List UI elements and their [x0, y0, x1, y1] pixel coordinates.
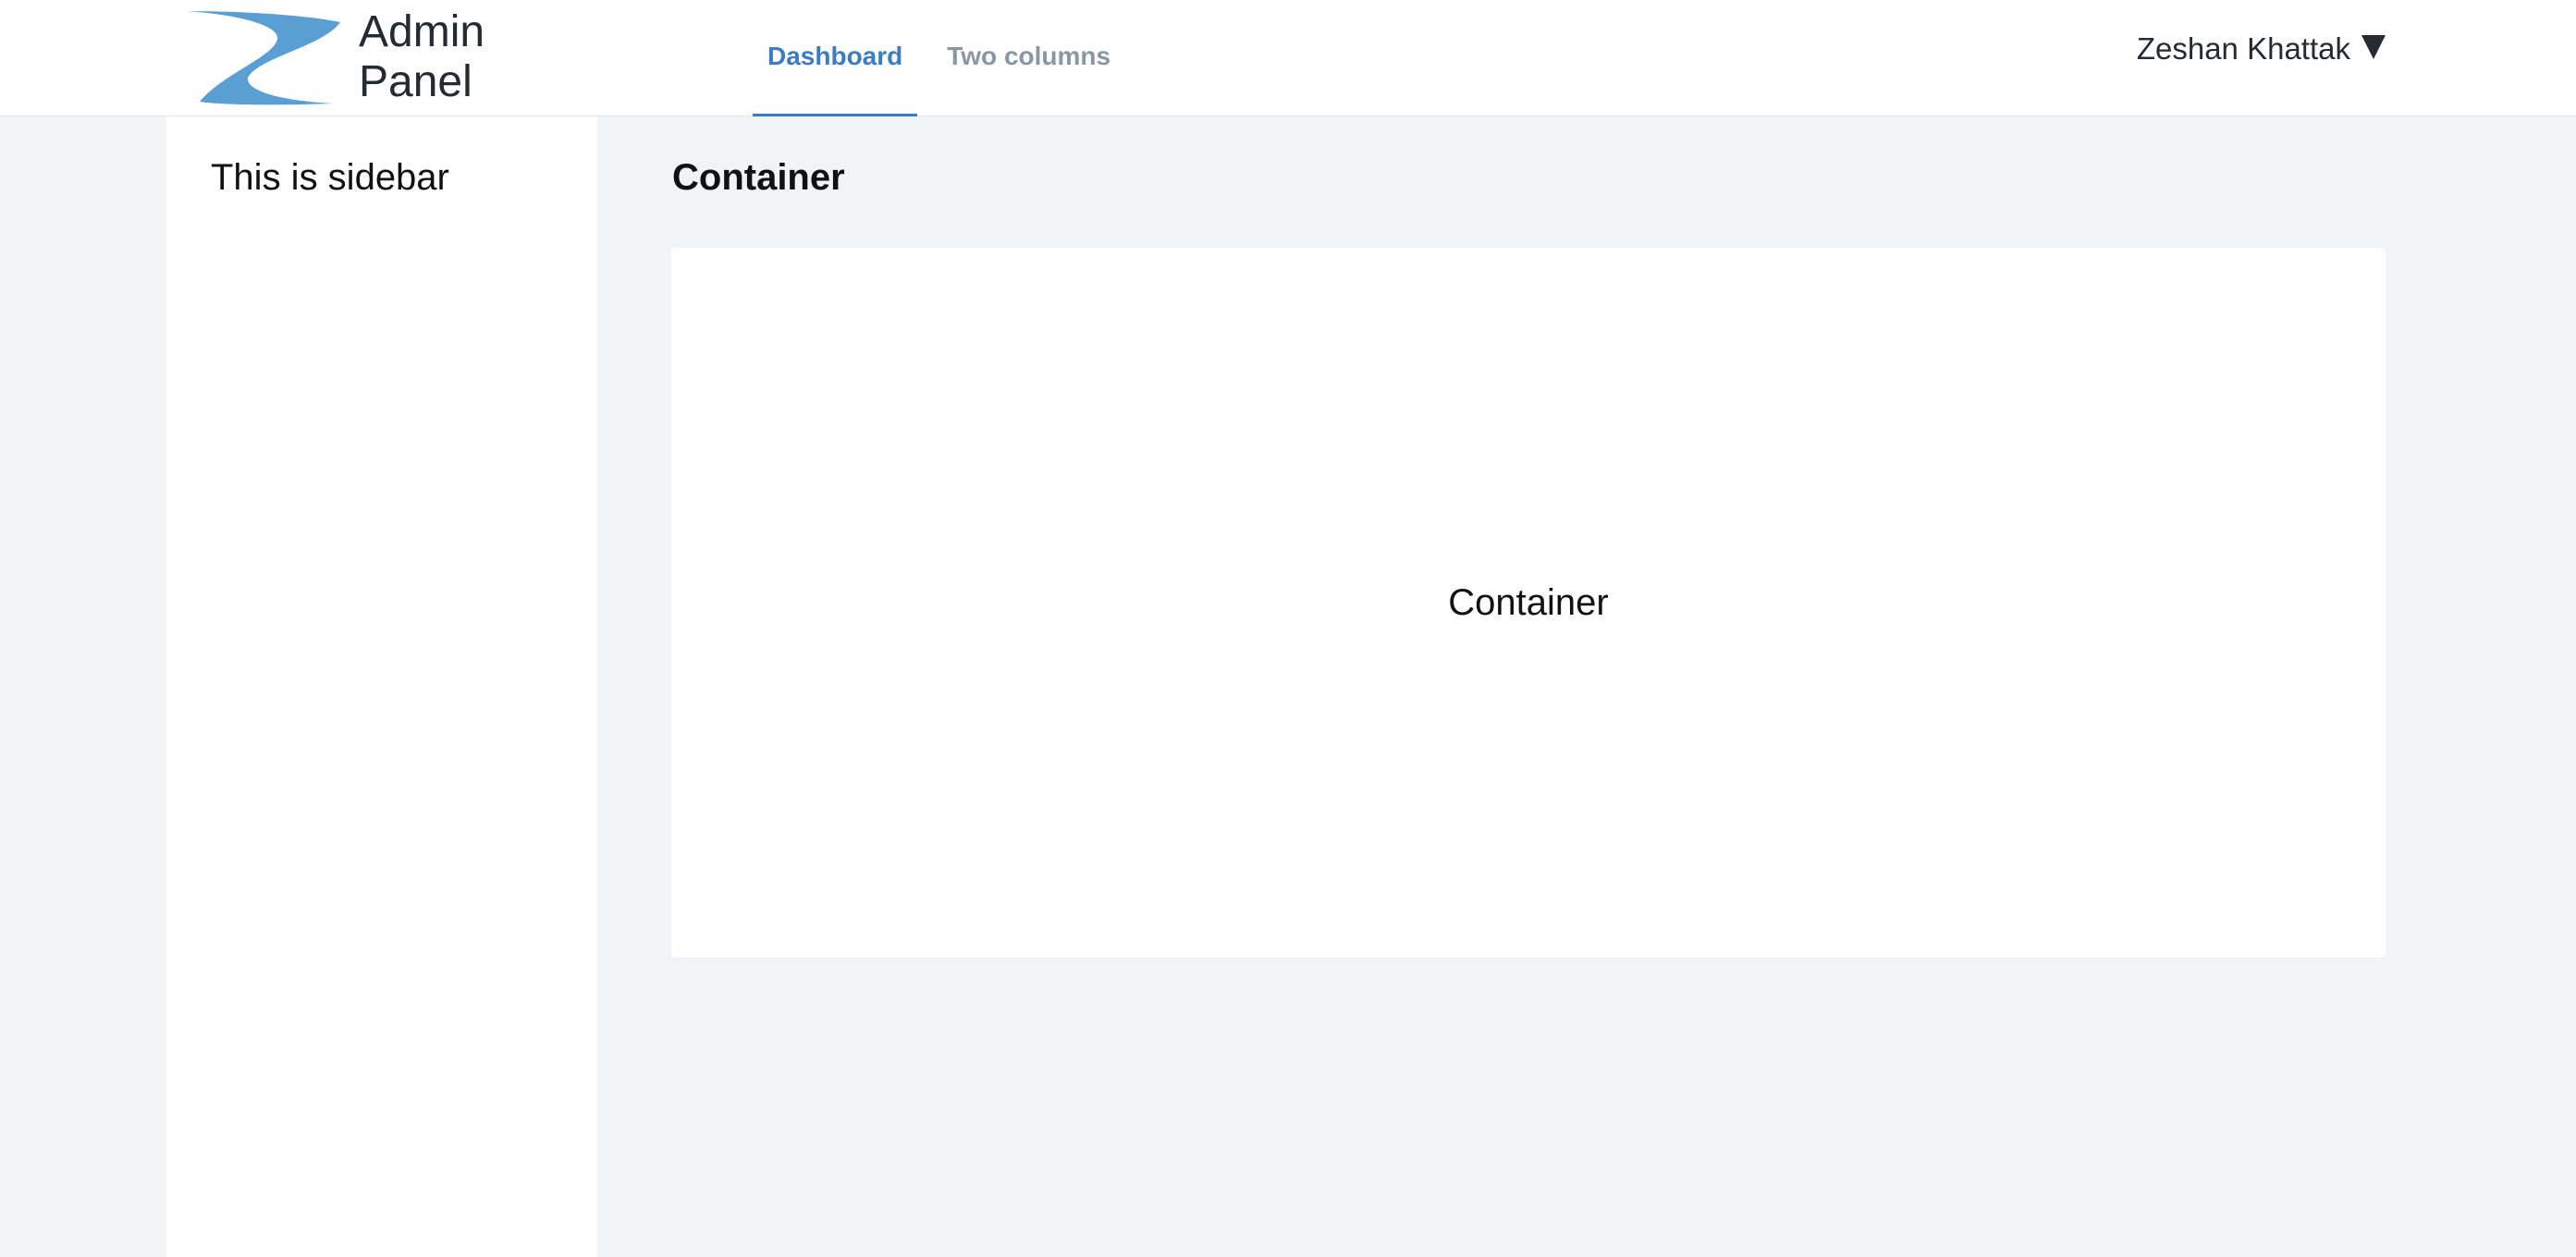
swoosh-logo-icon — [187, 11, 340, 105]
user-name: Zeshan Khattak — [2136, 31, 2350, 66]
container-panel: Container — [671, 248, 2386, 958]
nav-tab-dashboard[interactable]: Dashboard — [753, 0, 918, 116]
user-menu[interactable]: Zeshan Khattak — [2137, 31, 2386, 67]
brand-title: Admin Panel — [359, 7, 485, 106]
main-nav: Dashboard Two columns — [753, 0, 1140, 116]
caret-down-icon[interactable] — [2361, 35, 2386, 59]
nav-tab-two-columns[interactable]: Two columns — [932, 0, 1125, 113]
container-panel-text: Container — [1448, 581, 1609, 623]
brand[interactable]: Admin Panel — [185, 7, 485, 107]
sidebar-text: This is sidebar — [211, 157, 449, 198]
page-title: Container — [672, 157, 845, 198]
sidebar: This is sidebar — [166, 116, 597, 1257]
top-navbar: Admin Panel Dashboard Two columns Zeshan… — [0, 0, 2576, 116]
